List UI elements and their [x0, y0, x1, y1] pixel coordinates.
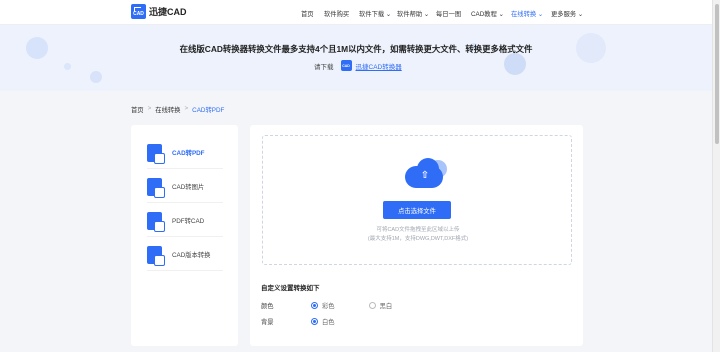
chevron-down-icon: ⌄ — [496, 11, 504, 18]
decor-bubble — [504, 53, 526, 75]
format-hint: (最大支持1M，支持DWG,DWT,DXF格式) — [367, 236, 469, 242]
radio-label: 黑白 — [379, 303, 393, 310]
nav-online-convert-label: 在线转换 — [511, 11, 537, 18]
radio-dot — [311, 302, 318, 309]
breadcrumb-separator: > — [147, 105, 152, 112]
banner-download-line: 请下载 CAD 迅捷CAD转换器 — [314, 60, 402, 71]
background-option-row: 背景 白色 — [261, 317, 369, 326]
decor-bubble — [90, 71, 102, 83]
radio-black-white[interactable]: 黑白 — [368, 301, 393, 310]
breadcrumb: 首页 > 在线转换 > CAD转PDF — [131, 105, 224, 114]
promo-banner: 在线版CAD转换器转换文件最多支持4个且1M以内文件，如需转换更大文件、转换更多… — [0, 25, 712, 91]
breadcrumb-home[interactable]: 首页 — [131, 105, 144, 114]
drag-hint: 可将CAD文件拖拽至此区域以上传 — [376, 227, 460, 233]
choose-file-button[interactable]: 点击选择文件 — [383, 201, 451, 219]
chevron-down-icon: ⌄ — [422, 11, 430, 18]
radio-dot — [368, 302, 376, 309]
pdf-file-icon — [147, 143, 165, 164]
color-label: 颜色 — [261, 303, 274, 310]
image-file-icon — [147, 177, 165, 198]
scrollbar-thumb[interactable] — [715, 4, 719, 144]
nav-cad-tutorial[interactable]: CAD教程 ⌄ — [471, 9, 504, 18]
sidebar-item-label: CAD版本转换 — [172, 252, 211, 259]
logo-badge-text: CAD — [133, 11, 144, 17]
decor-bubble — [64, 63, 71, 70]
radio-dot — [311, 318, 318, 325]
nav-cad-tutorial-label: CAD教程 — [471, 11, 497, 18]
nav-download[interactable]: 软件下载 ⌄ — [359, 9, 391, 18]
nav-download-label: 软件下载 — [359, 11, 385, 18]
cloud-upload-icon: ⇧ — [399, 158, 451, 192]
breadcrumb-section[interactable]: 在线转换 — [155, 105, 180, 114]
banner-download-prefix: 请下载 — [314, 63, 334, 71]
logo-text: 迅捷CAD — [149, 7, 187, 17]
converter-download-link[interactable]: 迅捷CAD转换器 — [356, 61, 402, 71]
logo-icon: CAD — [131, 4, 146, 19]
convert-type-sidebar: CAD转PDF CAD转图片 PDF转CAD CAD版本转换 — [131, 125, 238, 346]
sidebar-item-cad-version[interactable]: CAD版本转换 — [147, 239, 223, 271]
settings-title: 自定义设置转换如下 — [261, 285, 320, 292]
chevron-down-icon: ⌄ — [576, 11, 584, 18]
radio-label: 彩色 — [322, 303, 335, 310]
chevron-down-icon: ⌄ — [536, 11, 544, 18]
nav-home[interactable]: 首页 — [301, 9, 314, 18]
nav-help[interactable]: 软件帮助 ⌄ — [397, 9, 429, 18]
radio-label: 白色 — [322, 319, 335, 326]
radio-color[interactable]: 彩色 — [311, 301, 335, 310]
sidebar-item-cad-to-pdf[interactable]: CAD转PDF — [147, 137, 223, 169]
page-scrollbar[interactable] — [712, 0, 720, 352]
banner-title: 在线版CAD转换器转换文件最多支持4个且1M以内文件，如需转换更大文件、转换更多… — [179, 44, 533, 54]
breadcrumb-current: CAD转PDF — [192, 107, 225, 114]
nav-help-label: 软件帮助 — [397, 11, 423, 18]
sidebar-item-label: CAD转PDF — [172, 150, 205, 157]
breadcrumb-separator: > — [184, 105, 189, 112]
upload-arrow-icon: ⇧ — [420, 170, 430, 181]
convert-panel: ⇧ 点击选择文件 可将CAD文件拖拽至此区域以上传 (最大支持1M，支持DWG,… — [250, 125, 583, 346]
color-option-row: 颜色 彩色 黑白 — [261, 301, 426, 310]
logo[interactable]: CAD 迅捷CAD — [131, 4, 187, 19]
cad-app-icon: CAD — [340, 60, 352, 71]
sidebar-item-label: PDF转CAD — [172, 218, 205, 225]
cad-app-icon-text: CAD — [342, 63, 350, 68]
nav-purchase[interactable]: 软件购买 — [324, 9, 349, 18]
nav-online-convert[interactable]: 在线转换 ⌄ — [511, 9, 544, 26]
background-label: 背景 — [261, 319, 274, 326]
radio-white[interactable]: 白色 — [311, 317, 335, 326]
nav-more-services-label: 更多服务 — [551, 11, 577, 18]
cad-file-icon — [147, 211, 165, 232]
top-header: CAD 迅捷CAD 首页 软件购买 软件下载 ⌄ 软件帮助 ⌄ 每日一图 CAD… — [0, 0, 712, 26]
nav-daily-drawing[interactable]: 每日一图 — [436, 9, 461, 18]
sidebar-item-cad-to-image[interactable]: CAD转图片 — [147, 171, 223, 203]
file-dropzone[interactable]: ⇧ 点击选择文件 可将CAD文件拖拽至此区域以上传 (最大支持1M，支持DWG,… — [262, 135, 572, 265]
nav-more-services[interactable]: 更多服务 ⌄ — [551, 9, 583, 18]
chevron-down-icon: ⌄ — [384, 11, 392, 18]
sidebar-item-pdf-to-cad[interactable]: PDF转CAD — [147, 205, 223, 237]
sidebar-item-label: CAD转图片 — [172, 184, 205, 191]
version-file-icon — [147, 245, 165, 266]
